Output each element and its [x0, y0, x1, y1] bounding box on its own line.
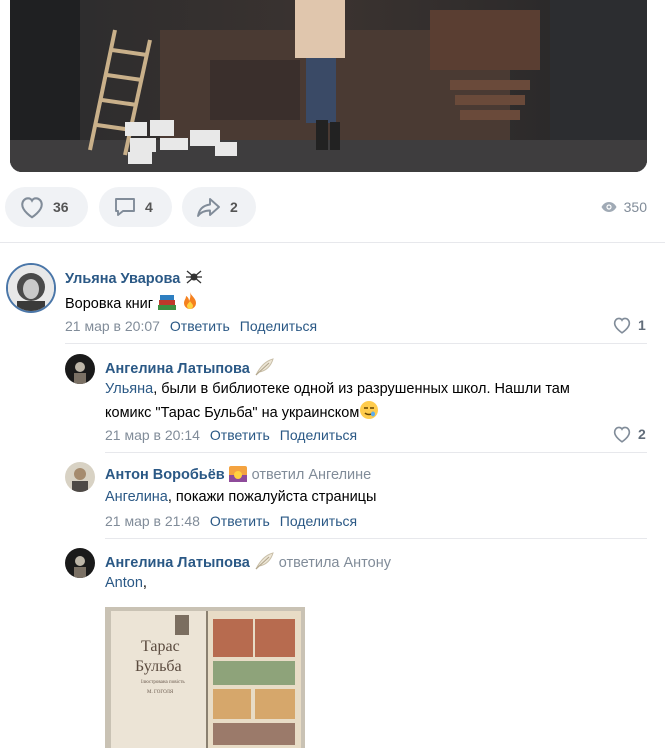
spider-icon [185, 270, 202, 284]
comment-like-button[interactable]: 1 [612, 316, 646, 334]
reply-button[interactable]: Ответить [170, 318, 230, 334]
reply-button[interactable]: Ответить [210, 513, 270, 529]
comment-author[interactable]: Ангелина Латыпова [105, 361, 250, 377]
mention-link[interactable]: Ульяна [105, 381, 153, 397]
mention-link[interactable]: Anton [105, 575, 143, 591]
separator [105, 538, 647, 539]
comment-photo[interactable]: Тарас Бульба Ілюстрована повість М. ГОГО… [105, 607, 305, 748]
comment: Антон Воробьёв ответил Ангелине [105, 466, 371, 484]
fire-icon [184, 292, 197, 309]
avatar[interactable] [6, 263, 56, 313]
share-button[interactable]: 2 [182, 187, 256, 227]
views-count: 350 [623, 199, 647, 215]
heart-icon [613, 317, 631, 334]
share-icon [197, 198, 220, 217]
smile-icon [360, 401, 379, 419]
book-subtitle: Ілюстрована повість [141, 680, 185, 685]
share-comment-button[interactable]: Поделиться [280, 513, 357, 529]
comment-text-content: , [142, 575, 147, 591]
avatar[interactable] [65, 462, 95, 492]
comment-text-content: , покажи пожалуйста страницы [167, 489, 377, 505]
like-button[interactable]: 36 [5, 187, 88, 227]
comment-date[interactable]: 21 мар в 21:48 [105, 513, 200, 529]
separator [65, 343, 647, 344]
comment-text-line: , были в библиотеке одной из разрушенных… [153, 381, 570, 397]
comment-meta: 21 мар в 20:14 Ответить Поделиться [105, 427, 357, 443]
avatar[interactable] [65, 354, 95, 384]
comment-text: Ангелина, покажи пожалуйста страницы [105, 487, 376, 508]
comment-like-button[interactable]: 2 [612, 425, 646, 443]
divider [0, 242, 665, 243]
book-title-2: Бульба [135, 658, 182, 675]
comment-date[interactable]: 21 мар в 20:14 [105, 427, 200, 443]
share-count: 2 [230, 199, 238, 215]
share-comment-button[interactable]: Поделиться [240, 318, 317, 334]
comment-like-count: 2 [638, 426, 646, 442]
book-author: М. ГОГОЛЯ [147, 690, 174, 695]
share-comment-button[interactable]: Поделиться [280, 427, 357, 443]
comment-meta: 21 мар в 20:07 Ответить Поделиться [65, 318, 317, 334]
comment-date[interactable]: 21 мар в 20:07 [65, 318, 160, 334]
comment: Ангелина Латыпова ответила Антону [105, 552, 391, 572]
mention-link[interactable]: Ангелина [105, 489, 168, 505]
sunset-icon [229, 466, 248, 482]
reply-button[interactable]: Ответить [210, 427, 270, 443]
comment-author[interactable]: Антон Воробьёв [105, 467, 225, 483]
comment: Ульяна Уварова [65, 268, 203, 288]
book-title-1: Тарас [141, 638, 180, 655]
comment-meta: 21 мар в 21:48 Ответить Поделиться [105, 513, 357, 529]
comment-like-count: 1 [638, 317, 646, 333]
views-counter: 350 [601, 187, 647, 227]
comment-button[interactable]: 4 [99, 187, 172, 227]
avatar[interactable] [65, 548, 95, 578]
comment-text: Воровка книг [65, 291, 199, 315]
heart-icon [613, 426, 631, 443]
comment-author[interactable]: Ульяна Уварова [65, 271, 180, 287]
comment-count: 4 [145, 199, 153, 215]
reply-to-label[interactable]: ответил Ангелине [252, 467, 372, 483]
post-photo[interactable] [10, 0, 647, 172]
feather-icon [255, 358, 274, 376]
eye-icon [601, 202, 617, 212]
reply-to-label[interactable]: ответила Антону [279, 555, 391, 571]
comment-text-content: Воровка книг [65, 296, 154, 312]
books-icon [158, 295, 177, 310]
heart-icon [21, 197, 43, 219]
comment: Ангелина Латыпова [105, 358, 274, 378]
comment-author[interactable]: Ангелина Латыпова [105, 555, 250, 571]
comment-text-line: комикс "Тарас Бульба" на украинском [105, 405, 360, 421]
like-count: 36 [53, 199, 69, 215]
post-actions: 36 4 2 350 [5, 187, 647, 227]
comment-text: Anton, [105, 573, 147, 594]
comment-icon [115, 198, 135, 216]
separator [105, 452, 647, 453]
comment-text: Ульяна, были в библиотеке одной из разру… [105, 379, 645, 424]
feather-icon [255, 552, 274, 570]
